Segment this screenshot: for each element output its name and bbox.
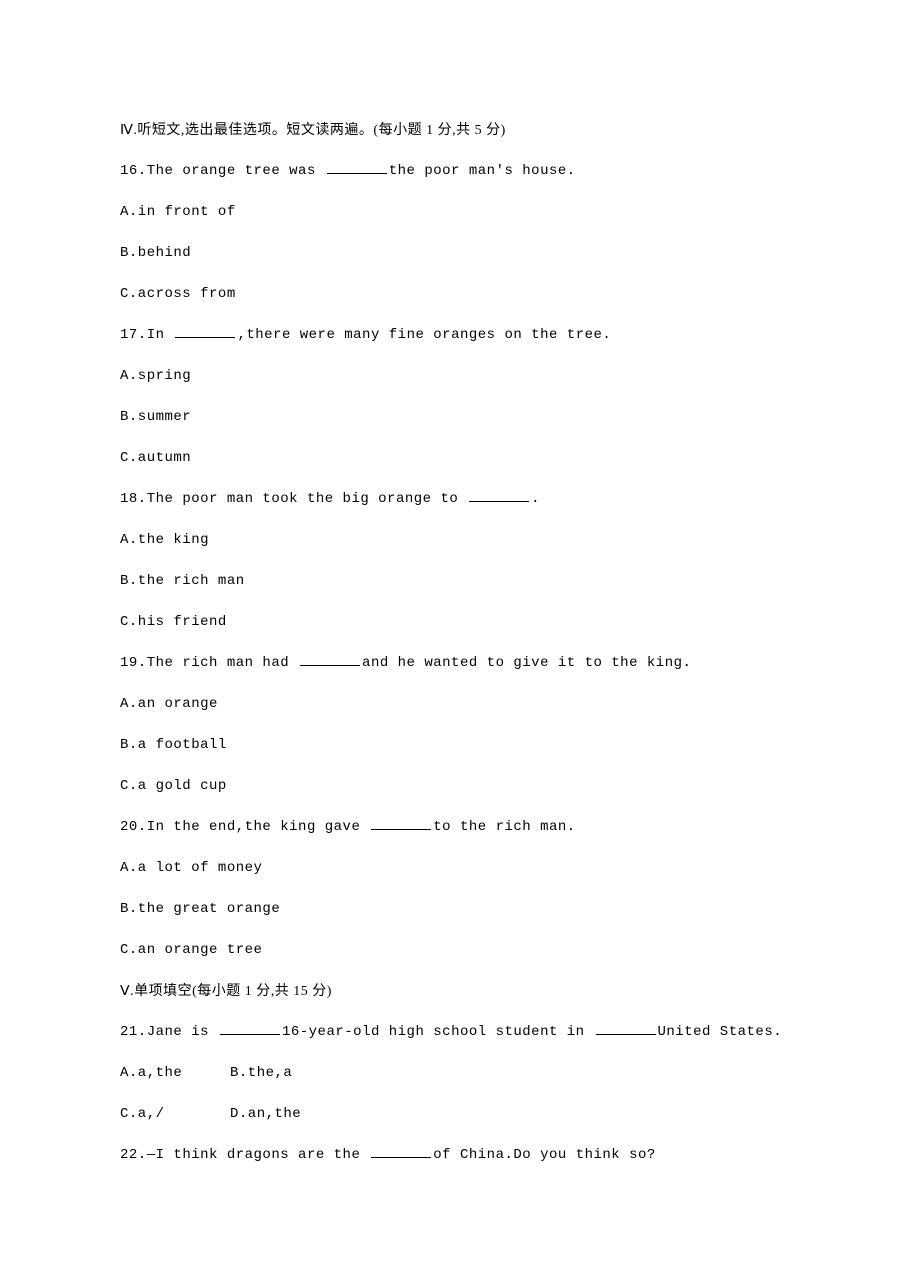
q20-num: 20. [120,819,147,835]
q17-option-a[interactable]: A.spring [120,366,800,387]
blank [371,817,431,830]
q18-before: The poor man took the big orange to [147,491,467,507]
q21-part0: Jane is [147,1024,218,1040]
question-17-stem: 17.In ,there were many fine oranges on t… [120,325,800,346]
q21-option-a[interactable]: A.a,the [120,1063,230,1084]
q19-option-c[interactable]: C.a gold cup [120,776,800,797]
blank [175,325,235,338]
q21-num: 21. [120,1024,147,1040]
q16-num: 16. [120,163,147,179]
blank [469,489,529,502]
q16-option-a[interactable]: A.in front of [120,202,800,223]
q21-option-row1: A.a,theB.the,a [120,1063,800,1084]
q21-option-b[interactable]: B.the,a [230,1065,292,1081]
q22-part1: of China.Do you think so? [433,1147,656,1163]
q22-part0: —I think dragons are the [147,1147,370,1163]
q16-option-c[interactable]: C.across from [120,284,800,305]
question-20-stem: 20.In the end,the king gave to the rich … [120,817,800,838]
q17-before: In [147,327,174,343]
question-22-stem: 22.—I think dragons are the of China.Do … [120,1145,800,1166]
q16-after: the poor man's house. [389,163,576,179]
q20-before: In the end,the king gave [147,819,370,835]
q20-option-b[interactable]: B.the great orange [120,899,800,920]
q21-part1: 16-year-old high school student in [282,1024,594,1040]
q19-option-a[interactable]: A.an orange [120,694,800,715]
q21-option-d[interactable]: D.an,the [230,1106,301,1122]
q17-option-c[interactable]: C.autumn [120,448,800,469]
question-18-stem: 18.The poor man took the big orange to . [120,489,800,510]
section-v-header: Ⅴ.单项填空(每小题 1 分,共 15 分) [120,981,800,1002]
blank [220,1022,280,1035]
q21-part2: United States. [658,1024,783,1040]
section-iv-header: Ⅳ.听短文,选出最佳选项。短文读两遍。(每小题 1 分,共 5 分) [120,120,800,141]
blank [596,1022,656,1035]
blank [371,1145,431,1158]
q18-after: . [531,491,540,507]
q18-option-c[interactable]: C.his friend [120,612,800,633]
q19-before: The rich man had [147,655,298,671]
q16-option-b[interactable]: B.behind [120,243,800,264]
q17-num: 17. [120,327,147,343]
q18-option-b[interactable]: B.the rich man [120,571,800,592]
question-21-stem: 21.Jane is 16-year-old high school stude… [120,1022,800,1043]
question-19-stem: 19.The rich man had and he wanted to giv… [120,653,800,674]
blank [300,653,360,666]
q21-option-c[interactable]: C.a,/ [120,1104,230,1125]
blank [327,161,387,174]
question-16-stem: 16.The orange tree was the poor man's ho… [120,161,800,182]
q16-before: The orange tree was [147,163,325,179]
q20-after: to the rich man. [433,819,575,835]
q21-option-row2: C.a,/D.an,the [120,1104,800,1125]
q17-after: ,there were many fine oranges on the tre… [237,327,611,343]
q20-option-a[interactable]: A.a lot of money [120,858,800,879]
q22-num: 22. [120,1147,147,1163]
q18-num: 18. [120,491,147,507]
q17-option-b[interactable]: B.summer [120,407,800,428]
q19-num: 19. [120,655,147,671]
q20-option-c[interactable]: C.an orange tree [120,940,800,961]
q19-after: and he wanted to give it to the king. [362,655,691,671]
q18-option-a[interactable]: A.the king [120,530,800,551]
q19-option-b[interactable]: B.a football [120,735,800,756]
